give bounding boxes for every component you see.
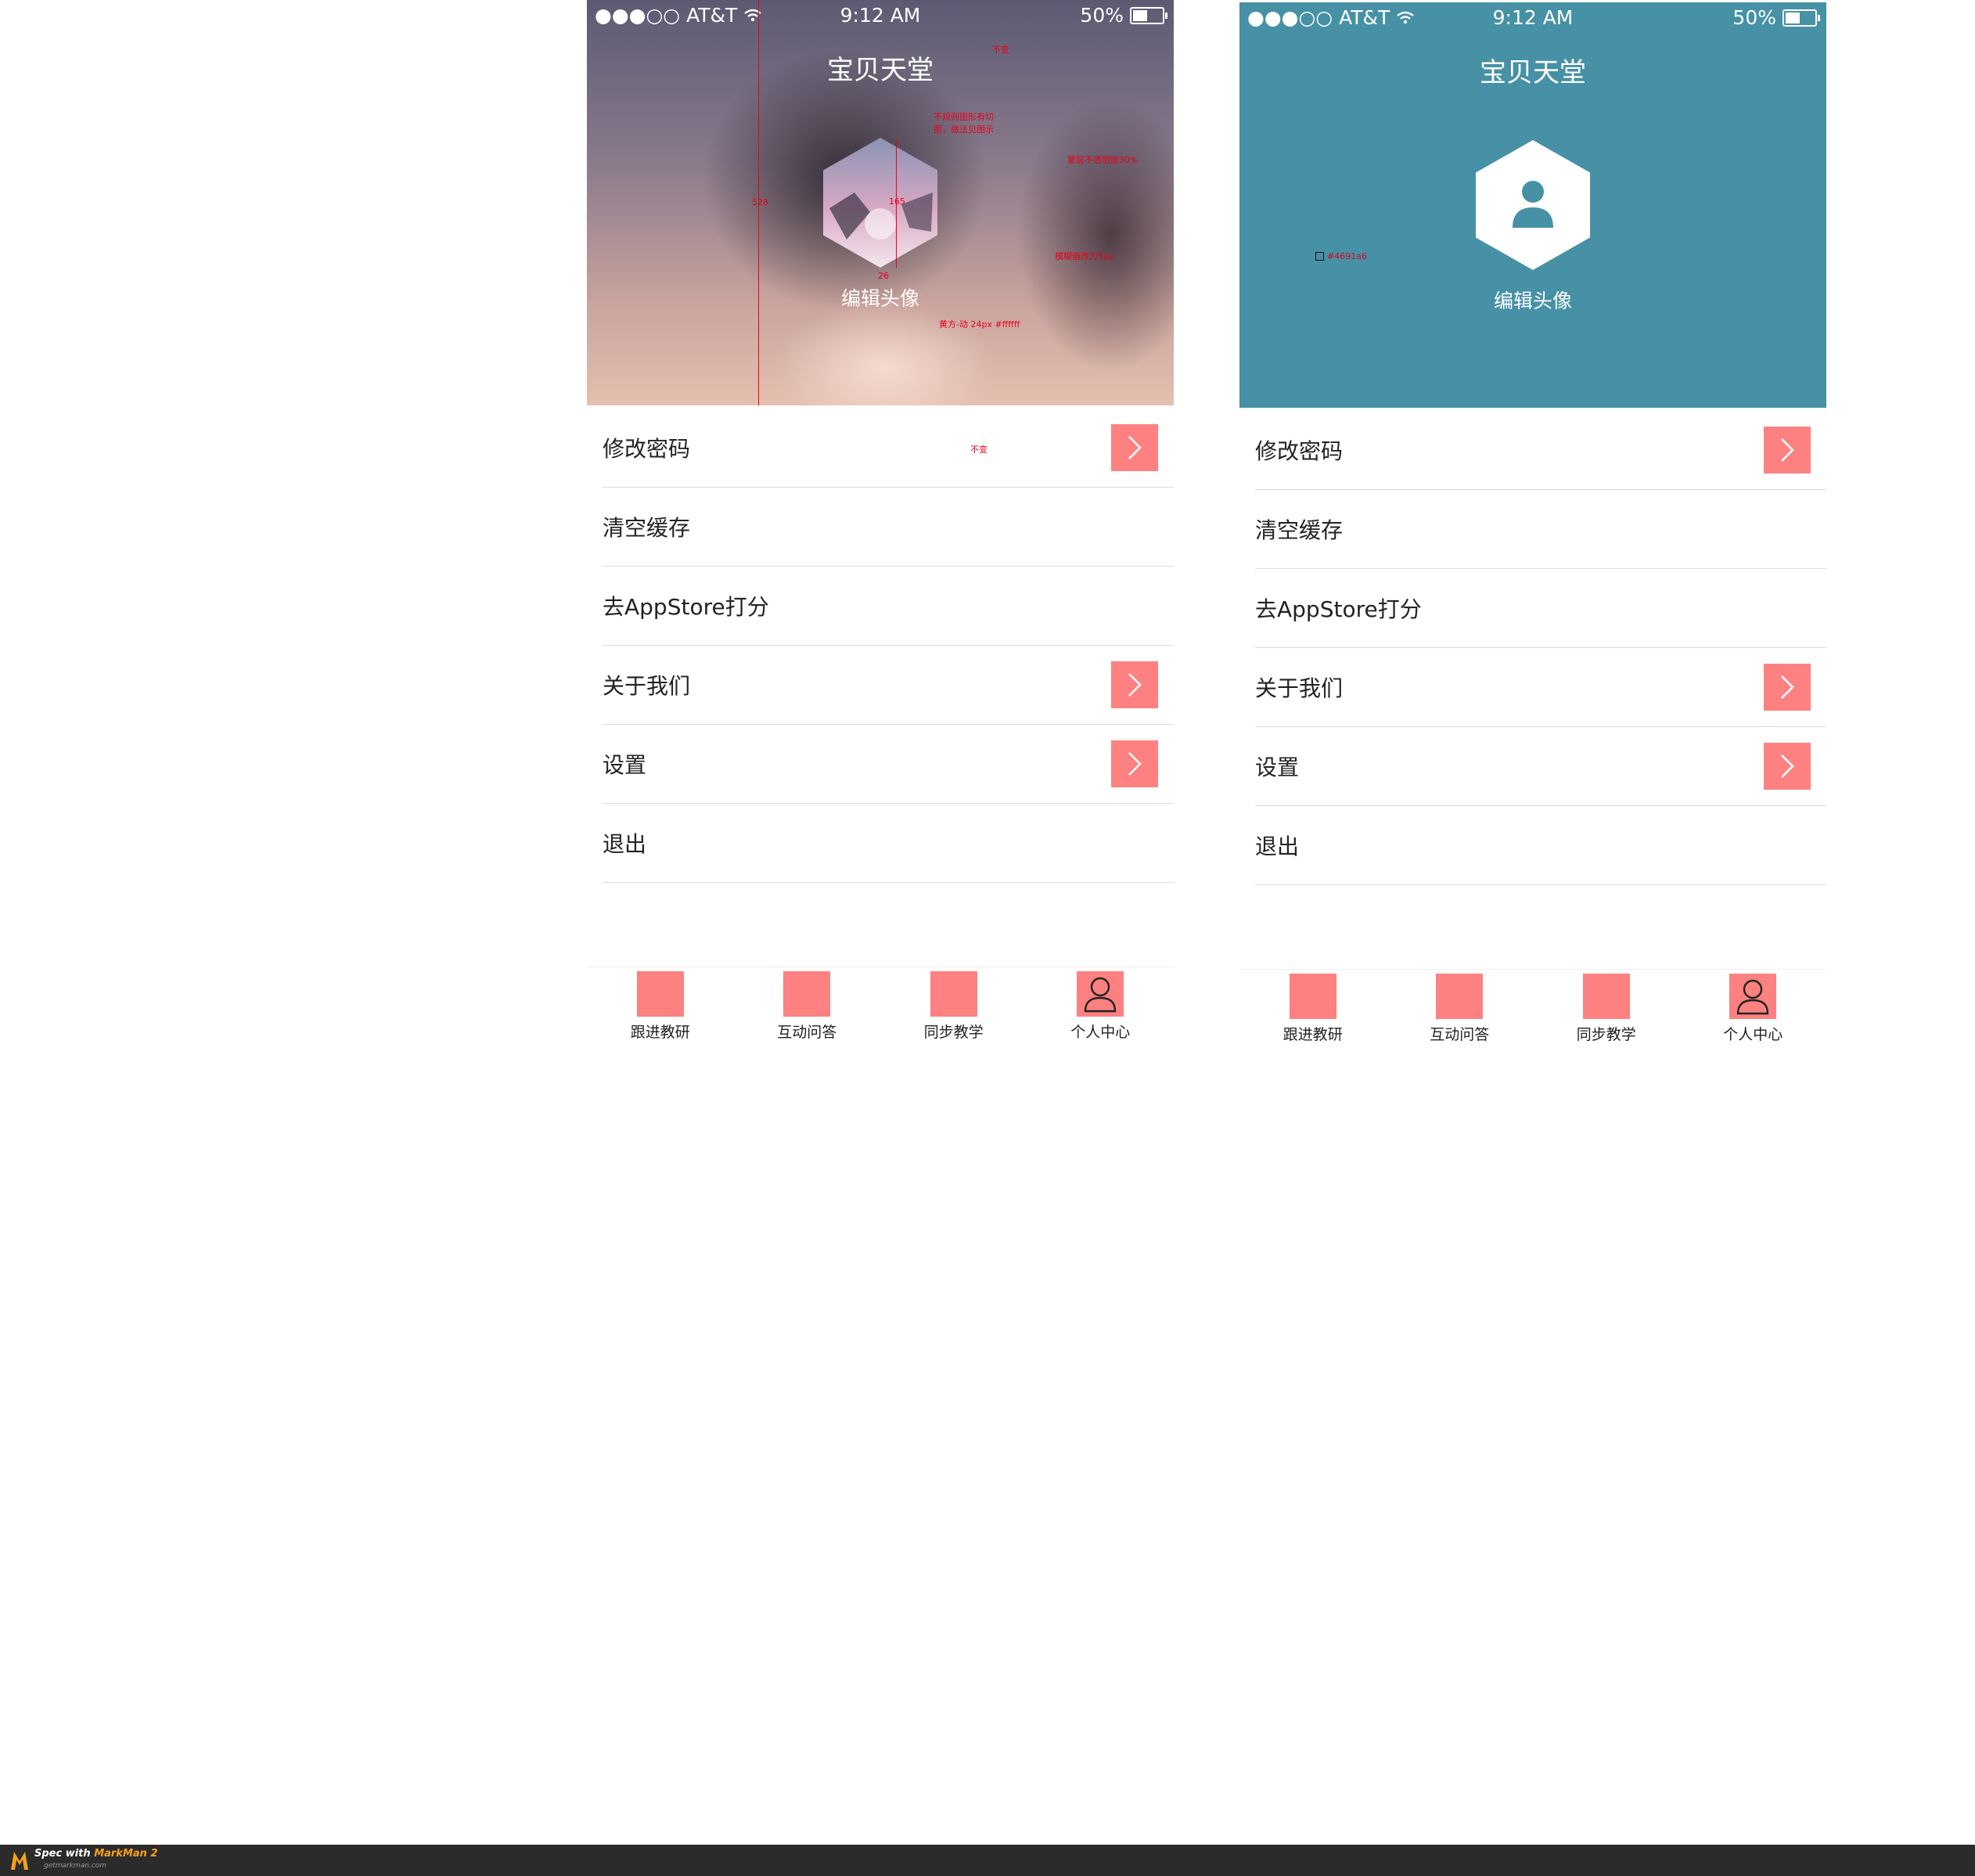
annotation-menu: 不变 bbox=[970, 445, 988, 455]
tab-interactive-qa[interactable]: 互动问答 bbox=[1387, 970, 1534, 1052]
chevron-right-icon[interactable] bbox=[1764, 664, 1811, 711]
tab-sync-teaching[interactable]: 同步教学 bbox=[880, 967, 1027, 1050]
menu-item-clear-cache[interactable]: 清空缓存 bbox=[603, 488, 1174, 567]
menu-item-logout[interactable]: 退出 bbox=[1255, 806, 1826, 885]
tab-label: 个人中心 bbox=[1723, 1026, 1783, 1043]
app-title: 宝贝天堂 bbox=[827, 55, 934, 86]
color-swatch-marker bbox=[1315, 252, 1324, 261]
brand-url: getmarkman.com bbox=[44, 1862, 107, 1870]
chevron-right-icon[interactable] bbox=[1111, 740, 1158, 787]
user-icon[interactable] bbox=[1729, 974, 1777, 1019]
chevron-right-icon[interactable] bbox=[1111, 661, 1158, 708]
menu-item-label: 清空缓存 bbox=[603, 515, 691, 541]
menu-item-label: 去AppStore打分 bbox=[603, 594, 769, 620]
battery-group: 50% bbox=[1732, 6, 1820, 29]
tab-placeholder-icon[interactable] bbox=[1582, 974, 1630, 1019]
tab-label: 同步教学 bbox=[1576, 1026, 1636, 1043]
menu-item-label: 退出 bbox=[1255, 834, 1300, 859]
annotation-avatar-height: 165 bbox=[889, 196, 905, 207]
tab-bar: 跟进教研 互动问答 同步教学 个人中心 bbox=[1239, 969, 1826, 1052]
menu-item-settings[interactable]: 设置 bbox=[1255, 727, 1826, 806]
screen-annotated: ●●●○○ AT&T 9:12 AM 50% 宝贝天堂 编辑头像 528 165… bbox=[587, 0, 1174, 1049]
profile-header-photo: ●●●○○ AT&T 9:12 AM 50% 宝贝天堂 编辑头像 528 165… bbox=[587, 0, 1174, 405]
menu-item-label: 设置 bbox=[1255, 754, 1300, 780]
battery-icon bbox=[1783, 9, 1820, 27]
tab-placeholder-icon[interactable] bbox=[930, 971, 977, 1017]
menu-item-label: 设置 bbox=[603, 752, 647, 778]
menu-item-label: 修改密码 bbox=[1255, 438, 1344, 464]
menu-item-about-us[interactable]: 关于我们 bbox=[1255, 648, 1826, 727]
screen-final: ●●●○○ AT&T 9:12 AM 50% 宝贝天堂 编辑头像 #4691a6… bbox=[1239, 2, 1826, 1051]
tab-label: 跟进教研 bbox=[630, 1024, 690, 1041]
settings-menu: 修改密码 清空缓存 去AppStore打分 关于我们 设置 退出 bbox=[1255, 411, 1826, 885]
tab-label: 同步教学 bbox=[923, 1024, 984, 1041]
tab-sync-teaching[interactable]: 同步教学 bbox=[1533, 970, 1680, 1052]
avatar-hexagon-photo[interactable] bbox=[823, 138, 937, 268]
brand-name: MarkMan 2 bbox=[94, 1848, 158, 1860]
settings-menu: 修改密码 不变 清空缓存 去AppStore打分 关于我们 设置 退出 bbox=[603, 409, 1174, 883]
status-bar: ●●●○○ AT&T 9:12 AM 50% bbox=[587, 0, 1174, 31]
menu-item-settings[interactable]: 设置 bbox=[603, 725, 1174, 804]
status-bar: ●●●○○ AT&T 9:12 AM 50% bbox=[1239, 2, 1826, 34]
menu-item-label: 清空缓存 bbox=[1255, 517, 1344, 543]
tab-label: 互动问答 bbox=[777, 1024, 837, 1041]
tab-follow-research[interactable]: 跟进教研 bbox=[587, 967, 734, 1050]
menu-item-label: 修改密码 bbox=[603, 436, 691, 462]
edit-avatar-label[interactable]: 编辑头像 bbox=[1239, 286, 1826, 314]
menu-item-appstore-rate[interactable]: 去AppStore打分 bbox=[603, 567, 1174, 646]
chevron-right-icon[interactable] bbox=[1111, 424, 1158, 471]
profile-header-solid: ●●●○○ AT&T 9:12 AM 50% 宝贝天堂 编辑头像 #4691a6 bbox=[1239, 2, 1826, 408]
chevron-right-icon[interactable] bbox=[1764, 743, 1811, 790]
tab-label: 互动问答 bbox=[1430, 1026, 1490, 1043]
annotation-blur: 模糊值改为5px bbox=[1055, 251, 1114, 261]
tab-follow-research[interactable]: 跟进教研 bbox=[1239, 970, 1387, 1052]
tab-placeholder-icon[interactable] bbox=[1289, 974, 1336, 1019]
chevron-right-icon[interactable] bbox=[1764, 427, 1811, 474]
avatar-hexagon-default[interactable] bbox=[1476, 140, 1590, 270]
menu-item-label: 关于我们 bbox=[603, 673, 691, 699]
menu-item-about-us[interactable]: 关于我们 bbox=[603, 646, 1174, 725]
annotation-avatar-gap: 26 bbox=[878, 271, 889, 281]
menu-item-appstore-rate[interactable]: 去AppStore打分 bbox=[1255, 569, 1826, 648]
menu-item-logout[interactable]: 退出 bbox=[603, 804, 1174, 883]
annotation-color-value: #4691a6 bbox=[1327, 251, 1367, 261]
menu-item-change-password[interactable]: 修改密码 bbox=[1255, 411, 1826, 490]
tab-placeholder-icon[interactable] bbox=[783, 971, 831, 1017]
menu-item-change-password[interactable]: 修改密码 不变 bbox=[603, 409, 1174, 488]
user-icon[interactable] bbox=[1077, 971, 1124, 1017]
menu-item-clear-cache[interactable]: 清空缓存 bbox=[1255, 490, 1826, 569]
annotation-header-height: 528 bbox=[752, 197, 768, 207]
annotation-opacity: 蒙层不透明度30% bbox=[1067, 155, 1139, 165]
brand-prefix: Spec with bbox=[34, 1848, 95, 1860]
battery-percent: 50% bbox=[1080, 4, 1124, 27]
tab-personal-center[interactable]: 个人中心 bbox=[1680, 970, 1827, 1052]
annotation-color: #4691a6 bbox=[1315, 251, 1367, 261]
tab-interactive-qa[interactable]: 互动问答 bbox=[734, 967, 881, 1050]
annotation-avatar-shape: 不规则图形有切图，做法见图示 bbox=[934, 112, 994, 135]
menu-item-label: 去AppStore打分 bbox=[1255, 596, 1422, 622]
app-title: 宝贝天堂 bbox=[1480, 57, 1586, 88]
menu-item-label: 关于我们 bbox=[1255, 675, 1344, 701]
battery-icon bbox=[1130, 6, 1167, 24]
markman-footer: Spec with MarkMan 2 getmarkman.com bbox=[0, 1845, 1975, 1876]
tab-label: 个人中心 bbox=[1070, 1024, 1131, 1041]
battery-percent: 50% bbox=[1732, 6, 1776, 29]
annotation-title: 不变 bbox=[992, 45, 1009, 55]
battery-group: 50% bbox=[1080, 4, 1167, 27]
tab-label: 跟进教研 bbox=[1282, 1026, 1343, 1043]
tab-placeholder-icon[interactable] bbox=[1436, 974, 1484, 1019]
tab-placeholder-icon[interactable] bbox=[636, 971, 684, 1017]
edit-avatar-label[interactable]: 编辑头像 bbox=[587, 283, 1174, 311]
tab-personal-center[interactable]: 个人中心 bbox=[1027, 967, 1175, 1050]
menu-item-label: 退出 bbox=[603, 831, 647, 857]
markman-logo-icon bbox=[11, 1852, 28, 1870]
tab-bar: 跟进教研 互动问答 同步教学 个人中心 bbox=[587, 967, 1174, 1050]
markman-brand: Spec with MarkMan 2 bbox=[34, 1848, 158, 1860]
annotation-text-style: 黄方-动 24px #ffffff bbox=[939, 319, 1020, 329]
